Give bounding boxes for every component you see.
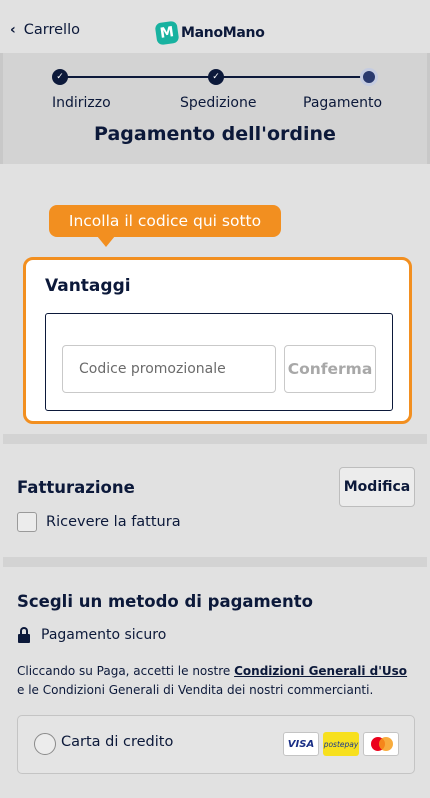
payment-terms: Cliccando su Paga, accetti le nostre Con…	[17, 662, 417, 700]
step-current-icon	[360, 68, 378, 86]
step-connector	[61, 76, 217, 78]
logo-text: ManoMano	[181, 25, 265, 41]
lock-icon	[17, 627, 31, 643]
modify-billing-button[interactable]: Modifica	[339, 467, 415, 507]
logo-mark-icon: M	[154, 20, 180, 46]
chevron-left-icon: ‹	[10, 22, 16, 38]
manomano-logo[interactable]: M ManoMano	[154, 20, 265, 46]
payment-method-title: Scegli un metodo di pagamento	[17, 592, 313, 611]
section-divider	[3, 557, 427, 567]
terms-text-before: Cliccando su Paga, accetti le nostre	[17, 664, 235, 678]
step-label-spedizione[interactable]: Spedizione	[180, 95, 256, 111]
payment-option-credit-card[interactable]: Carta di credito VISA postepay	[17, 715, 415, 774]
back-label: Carrello	[23, 22, 80, 38]
step-label-pagamento: Pagamento	[303, 95, 383, 111]
secure-payment-label: Pagamento sicuro	[41, 627, 167, 643]
back-to-cart-link[interactable]: ‹ Carrello	[10, 22, 80, 38]
promo-hint-tooltip: Incolla il codice qui sotto	[49, 205, 281, 247]
section-divider	[3, 434, 427, 444]
promo-form: Codice promozionale Conferma	[45, 313, 393, 411]
page-title: Pagamento dell'ordine	[94, 123, 336, 145]
invoice-checkbox[interactable]	[17, 512, 37, 532]
terms-link[interactable]: Condizioni Generali d'Uso	[234, 664, 407, 678]
confirm-promo-button[interactable]: Conferma	[284, 345, 376, 393]
visa-logo-icon: VISA	[283, 732, 319, 756]
mastercard-logo-icon	[363, 732, 399, 756]
promo-code-input[interactable]: Codice promozionale	[62, 345, 276, 393]
invoice-checkbox-row[interactable]: Ricevere la fattura	[17, 512, 181, 532]
step-done-icon: ✓	[52, 69, 68, 85]
terms-text-after: e le Condizioni Generali di Vendita dei …	[17, 683, 374, 697]
credit-card-label: Carta di credito	[61, 734, 174, 750]
step-label-indirizzo[interactable]: Indirizzo	[52, 95, 111, 111]
checkout-stepper: ✓ ✓ Indirizzo Spedizione Pagamento Pagam…	[0, 53, 430, 164]
promo-card: Vantaggi Codice promozionale Conferma	[23, 257, 412, 424]
credit-card-radio[interactable]	[34, 733, 56, 755]
step-done-icon: ✓	[208, 69, 224, 85]
billing-title: Fatturazione	[17, 478, 135, 497]
promo-title: Vantaggi	[45, 276, 131, 296]
postepay-logo-icon: postepay	[323, 732, 359, 756]
step-connector	[217, 76, 371, 78]
invoice-checkbox-label: Ricevere la fattura	[46, 514, 181, 530]
secure-payment-row: Pagamento sicuro	[17, 627, 166, 643]
